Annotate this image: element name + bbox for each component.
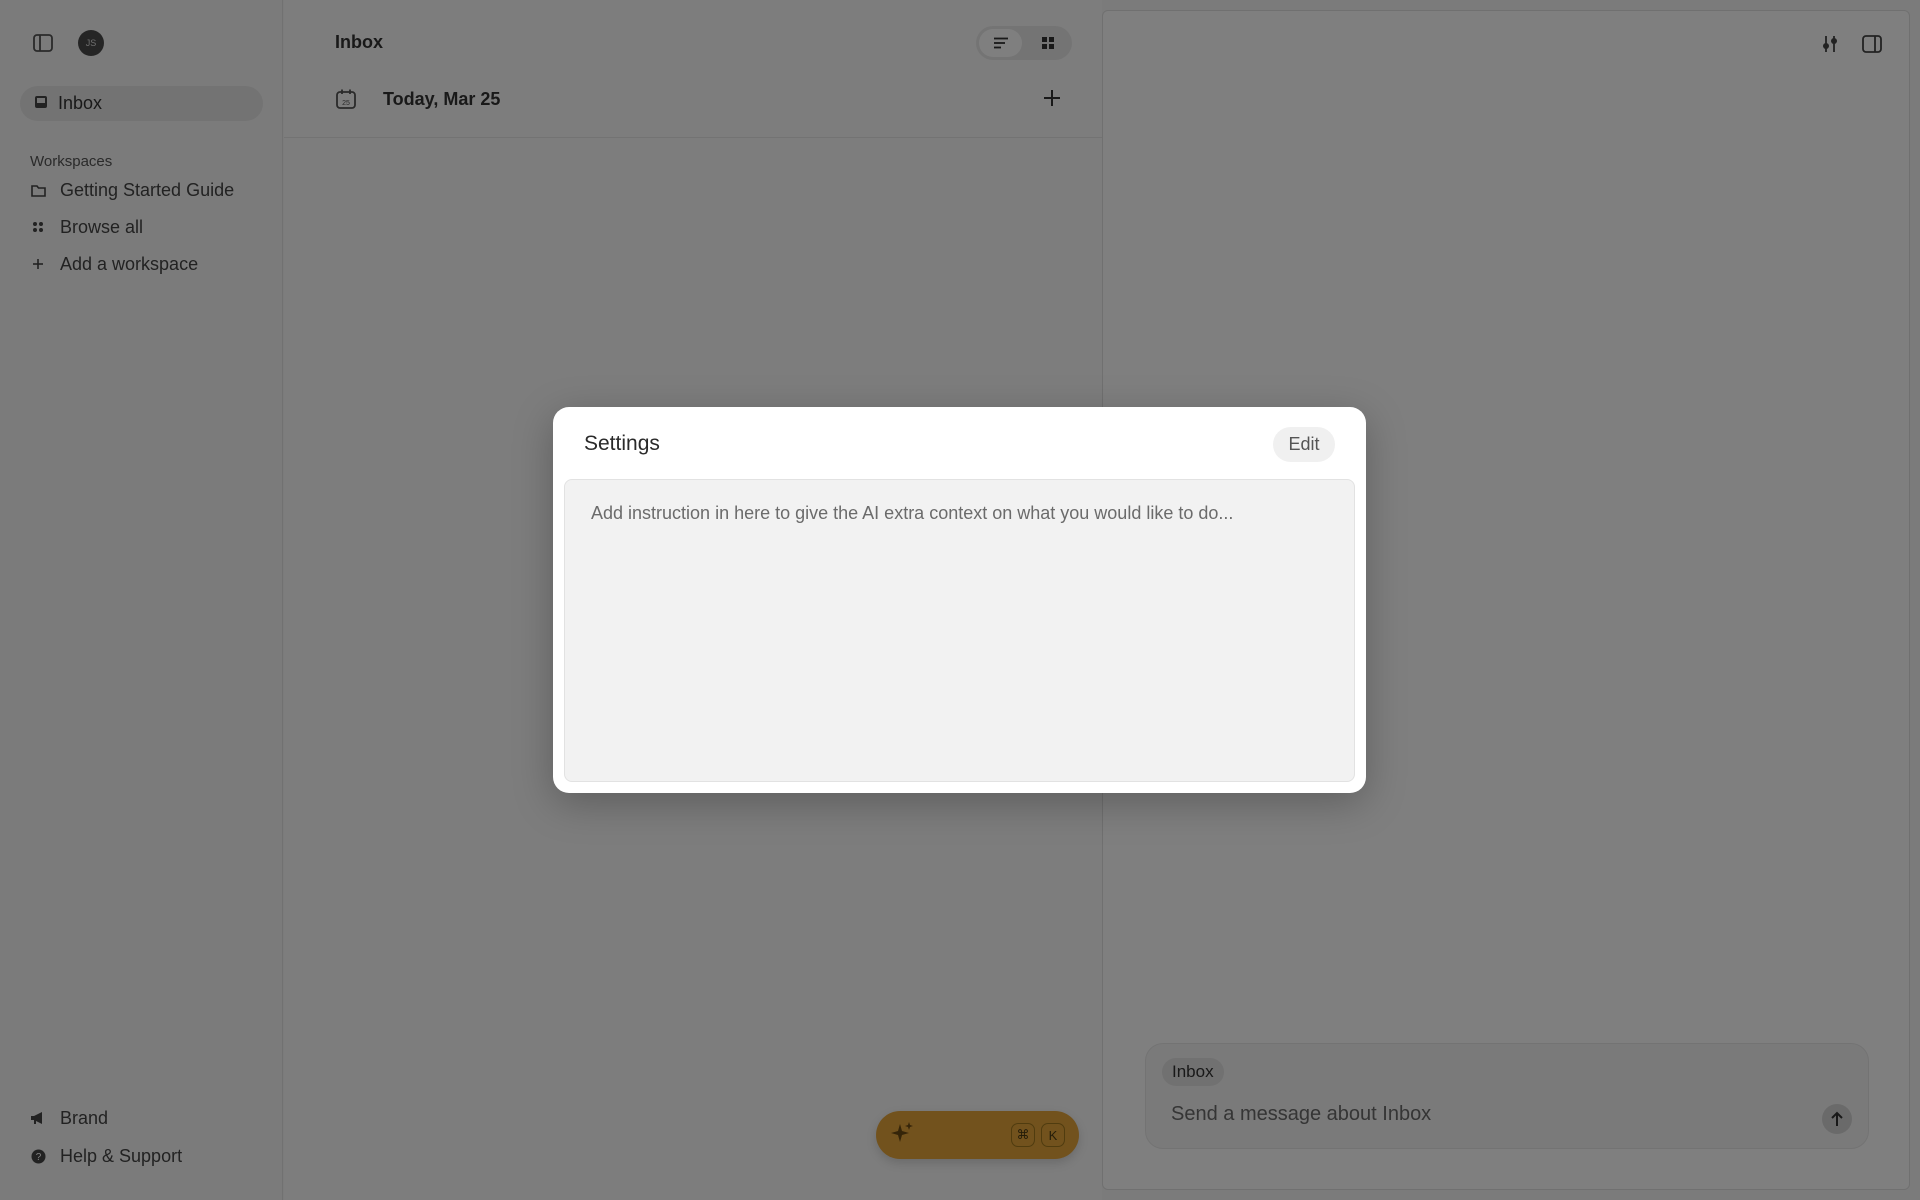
app-root: JS Inbox Workspaces Getting Started Guid… — [0, 0, 1920, 1200]
instructions-placeholder: Add instruction in here to give the AI e… — [591, 503, 1234, 523]
modal-title: Settings — [584, 432, 660, 455]
instructions-box: Add instruction in here to give the AI e… — [564, 479, 1355, 782]
settings-modal: Settings Edit Add instruction in here to… — [553, 407, 1366, 793]
edit-button[interactable]: Edit — [1273, 427, 1335, 462]
